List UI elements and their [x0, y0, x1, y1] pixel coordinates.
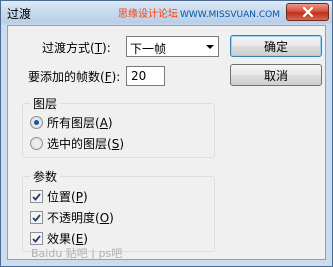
chevron-down-icon	[206, 45, 214, 49]
position-checkbox[interactable]: 位置(P)	[30, 188, 88, 205]
watermark-top-url: WWW.MISSVUAN.COM	[180, 10, 280, 20]
close-button[interactable]	[286, 3, 329, 21]
transition-method-value: 下一帧	[130, 42, 167, 56]
checkbox-checked-icon	[30, 211, 43, 224]
title-bar[interactable]: 过渡 思缘设计论坛 WWW.MISSVUAN.COM	[1, 1, 332, 25]
cancel-button[interactable]: 取消	[230, 64, 322, 86]
all-layers-radio[interactable]: 所有图层(A)	[30, 114, 113, 131]
checkbox-checked-icon	[30, 190, 43, 203]
radio-unselected-icon	[30, 137, 43, 150]
watermark-bottom: Baidu 贴吧 | ps吧	[31, 247, 123, 260]
transition-dialog: 过渡 思缘设计论坛 WWW.MISSVUAN.COM 过渡方式(T): 下一帧 要…	[0, 0, 333, 267]
selected-layers-label: 选中的图层(S)	[47, 137, 124, 151]
close-icon	[302, 7, 313, 17]
ok-button[interactable]: 确定	[230, 35, 322, 57]
transition-method-label: 过渡方式(T):	[42, 41, 111, 55]
opacity-checkbox[interactable]: 不透明度(O)	[30, 209, 114, 226]
radio-selected-icon	[30, 116, 43, 129]
frames-label: 要添加的帧数(F):	[28, 70, 121, 84]
selected-layers-radio[interactable]: 选中的图层(S)	[30, 135, 124, 152]
checkbox-checked-icon	[30, 232, 43, 245]
position-label: 位置(P)	[47, 190, 88, 204]
params-group-title: 参数	[30, 168, 61, 185]
opacity-label: 不透明度(O)	[47, 211, 114, 225]
watermark-top: 思缘设计论坛 WWW.MISSVUAN.COM	[118, 5, 280, 20]
layers-group-title: 图层	[30, 95, 61, 112]
frames-input[interactable]	[126, 66, 165, 86]
watermark-top-text: 思缘设计论坛	[118, 9, 178, 20]
transition-method-select[interactable]: 下一帧	[126, 36, 219, 57]
dialog-body: 过渡方式(T): 下一帧 要添加的帧数(F): 确定 取消 图层 所有图层(A)…	[7, 25, 326, 260]
layers-group: 图层 所有图层(A) 选中的图层(S)	[22, 95, 215, 158]
params-group: 参数 位置(P) 不透明度(O) 效果(E)	[22, 168, 215, 252]
dialog-title: 过渡	[7, 7, 32, 21]
all-layers-label: 所有图层(A)	[47, 116, 113, 130]
